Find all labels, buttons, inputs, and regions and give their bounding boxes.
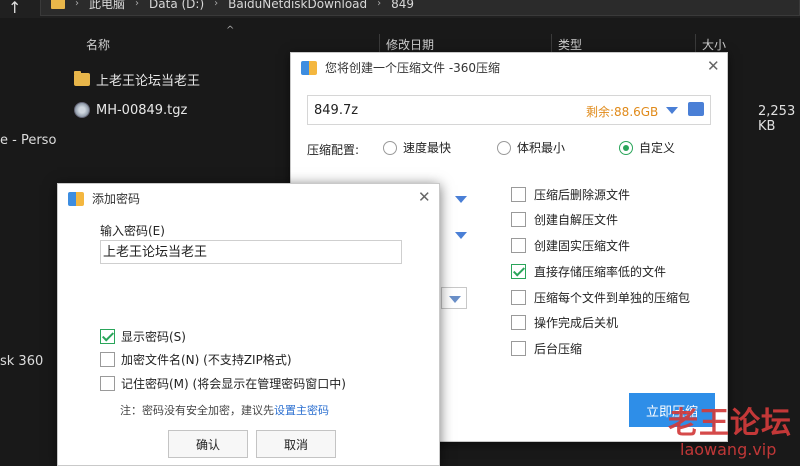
breadcrumb-item[interactable]: BaiduNetdiskDownload [228,0,367,11]
dropdown-select[interactable] [441,287,467,309]
option-solid[interactable]: 创建固实压缩文件 [511,237,630,254]
radio-label: 速度最快 [403,141,452,155]
password-label: 输入密码(E) [100,224,165,238]
checkbox-icon [511,315,526,330]
checkbox-icon [511,290,526,305]
browse-folder-icon[interactable] [688,102,704,116]
archive-icon [74,102,90,118]
option-label: 操作完成后关机 [534,316,619,330]
dialog-title-bar: 添加密码 [68,190,140,207]
option-encrypt-filenames[interactable]: 加密文件名(N) (不支持ZIP格式) [100,351,292,368]
set-master-password-link[interactable]: 设置主密码 [274,404,329,417]
folder-icon [51,0,65,9]
checkbox-icon [100,376,115,391]
option-remember-password[interactable]: 记住密码(M) (将会显示在管理密码窗口中) [100,375,346,392]
explorer-address-bar: ↑ › 此电脑 › Data (D:) › BaiduNetdiskDownlo… [0,0,800,18]
option-label: 压缩后删除源文件 [534,188,631,202]
option-label: 创建固实压缩文件 [534,239,631,253]
checkbox-icon [511,341,526,356]
checkbox-icon [511,238,526,253]
close-icon[interactable]: ✕ [707,57,720,75]
checkbox-checked-icon [511,264,526,279]
note-text: 注：密码没有安全加密，建议先 [120,404,274,417]
up-arrow-icon[interactable]: ↑ [8,0,21,17]
radio-fastest[interactable]: 速度最快 [383,139,451,156]
option-background[interactable]: 后台压缩 [511,340,582,357]
add-password-dialog: 添加密码 ✕ 输入密码(E) 上老王论坛当老王 显示密码(S) 加密文件名(N)… [57,183,440,466]
chevron-down-icon[interactable] [455,232,467,239]
radio-circle-icon [383,140,397,155]
app-360-icon [301,60,317,75]
breadcrumb-item[interactable]: 849 [391,0,414,11]
watermark-title: 老王论坛 [668,406,792,441]
file-row[interactable]: MH-00849.tgz [74,102,187,118]
option-label: 直接存储压缩率低的文件 [534,265,667,279]
file-row[interactable]: 上老王论坛当老王 [74,70,200,89]
file-name: 上老王论坛当老王 [96,74,201,89]
radio-custom[interactable]: 自定义 [619,139,675,156]
breadcrumb[interactable]: › 此电脑 › Data (D:) › BaiduNetdiskDownload… [40,0,800,16]
option-label: 后台压缩 [534,342,583,356]
sidebar-item-360[interactable]: sk 360 [0,354,43,369]
radio-circle-icon [497,140,511,155]
option-label: 压缩每个文件到单独的压缩包 [534,291,691,305]
chevron-right-icon: › [377,0,382,9]
option-label: 显示密码(S) [121,330,186,344]
chevron-right-icon: › [135,0,140,9]
breadcrumb-item[interactable]: 此电脑 [89,0,125,12]
option-label: 加密文件名(N) (不支持ZIP格式) [121,353,292,367]
archive-path-field[interactable]: 849.7z 剩余:88.6GB [307,95,711,125]
sidebar-item-personal[interactable]: e - Perso [0,133,56,148]
chevron-right-icon: › [214,0,219,9]
file-name: MH-00849.tgz [96,102,188,118]
checkbox-icon [100,352,115,367]
option-shutdown[interactable]: 操作完成后关机 [511,314,618,331]
file-size: 2,253 KB [758,104,796,134]
cancel-button[interactable]: 取消 [256,430,336,458]
option-separate-archives[interactable]: 压缩每个文件到单独的压缩包 [511,289,690,306]
chevron-down-icon[interactable] [455,196,467,203]
folder-icon [74,71,90,86]
close-icon[interactable]: ✕ [418,188,431,206]
option-store-low-ratio[interactable]: 直接存储压缩率低的文件 [511,263,666,280]
app-360-icon [68,191,84,206]
config-label: 压缩配置: [307,143,360,157]
security-note: 注：密码没有安全加密，建议先设置主密码 [120,402,329,418]
radio-label: 体积最小 [517,141,566,155]
option-self-extract[interactable]: 创建自解压文件 [511,211,618,228]
radio-selected-icon [619,140,633,155]
radio-label: 自定义 [639,141,676,155]
checkbox-icon [511,212,526,227]
chevron-down-icon [449,296,461,303]
chevron-down-icon[interactable] [666,107,678,114]
free-space-label: 剩余:88.6GB [586,105,659,119]
checkbox-checked-icon [100,329,115,344]
option-label: 记住密码(M) (将会显示在管理密码窗口中) [121,377,346,391]
dialog-title-bar: 您将创建一个压缩文件 -360压缩 [301,59,500,76]
password-input[interactable]: 上老王论坛当老王 [100,240,402,264]
dialog-title: 添加密码 [92,192,141,206]
breadcrumb-item[interactable]: Data (D:) [149,0,204,11]
dialog-title: 您将创建一个压缩文件 -360压缩 [325,61,501,75]
confirm-button[interactable]: 确认 [168,430,248,458]
radio-smallest[interactable]: 体积最小 [497,139,565,156]
option-delete-source[interactable]: 压缩后删除源文件 [511,186,630,203]
option-label: 创建自解压文件 [534,213,619,227]
option-show-password[interactable]: 显示密码(S) [100,328,186,345]
checkbox-icon [511,187,526,202]
chevron-right-icon: › [75,0,79,9]
archive-filename[interactable]: 849.7z [314,103,358,118]
watermark-url: laowang.vip [680,440,777,459]
